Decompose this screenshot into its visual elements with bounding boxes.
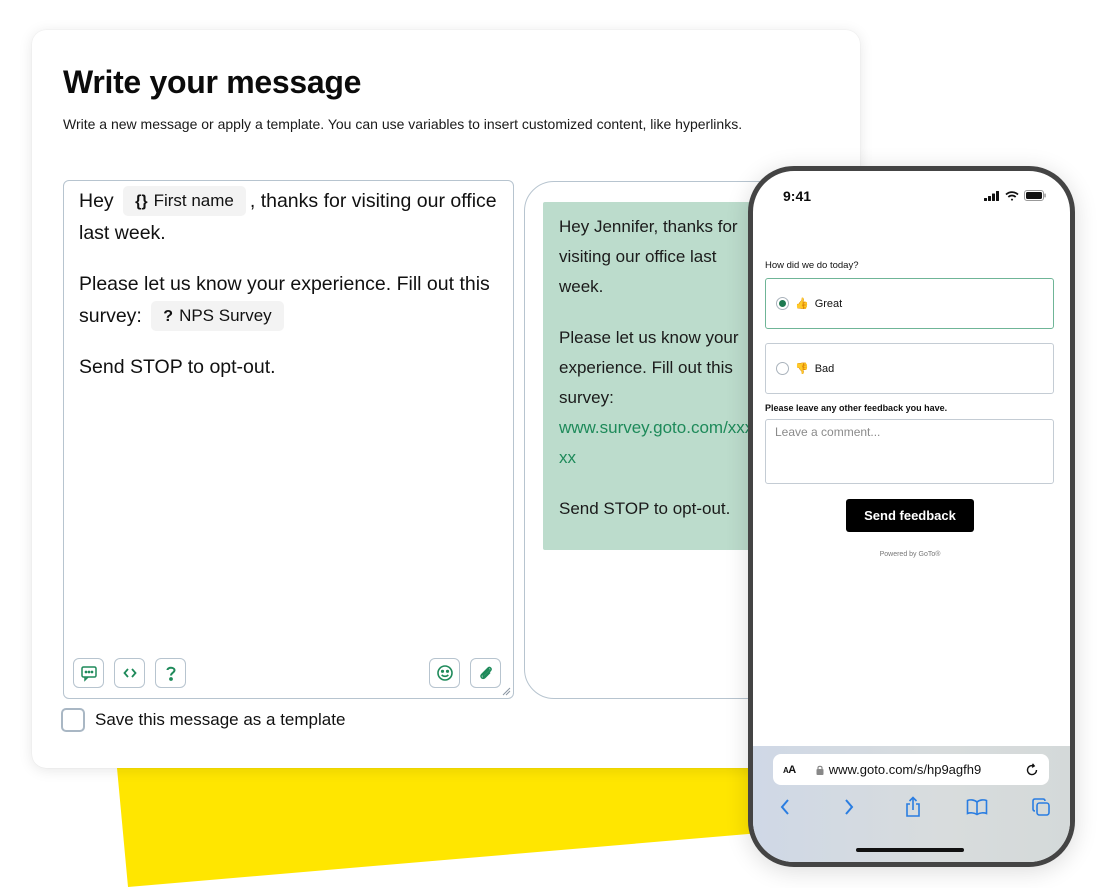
thumbs-down-icon: 👎 xyxy=(795,363,809,375)
message-text: Please let us know your experience. Fill… xyxy=(79,273,490,327)
reload-icon[interactable] xyxy=(1025,762,1039,777)
message-editor-content[interactable]: Hey {} First name, thanks for visiting ou… xyxy=(79,185,499,402)
survey-question-icon: ? xyxy=(163,308,174,325)
signal-icon xyxy=(984,190,999,201)
editor-toolbar-right xyxy=(429,658,501,688)
battery-icon xyxy=(1024,190,1046,201)
survey-option-great[interactable]: 👍 Great xyxy=(765,278,1054,329)
message-text: Send STOP to opt-out. xyxy=(79,356,276,378)
insert-variable-button[interactable] xyxy=(114,658,145,688)
resize-handle-icon[interactable] xyxy=(502,687,511,696)
option-label: Great xyxy=(814,297,843,310)
phone-mockup: 9:41 How did we do today? 👍 Great 👎 Bad … xyxy=(748,166,1075,867)
radio-button[interactable] xyxy=(776,362,789,375)
emoji-icon xyxy=(436,665,453,681)
message-template-icon xyxy=(80,666,97,682)
page-description: Write a new message or apply a template.… xyxy=(63,116,743,132)
message-template-button[interactable] xyxy=(73,658,104,688)
preview-survey-link[interactable]: www.survey.goto.com/xxxxx xyxy=(559,418,753,467)
save-template-label: Save this message as a template xyxy=(95,710,346,729)
preview-text: Send STOP to opt-out. xyxy=(559,499,731,518)
tabs-button[interactable] xyxy=(1029,795,1053,819)
save-template-checkbox[interactable] xyxy=(61,708,85,732)
send-feedback-button[interactable]: Send feedback xyxy=(846,499,974,532)
page-title: Write your message xyxy=(63,64,362,100)
thumbs-up-icon: 👍 xyxy=(795,298,809,310)
radio-button[interactable] xyxy=(776,297,789,310)
survey-question-icon xyxy=(166,666,176,681)
survey-question: How did we do today? xyxy=(765,260,859,271)
wifi-icon xyxy=(1005,190,1019,201)
insert-survey-button[interactable] xyxy=(155,658,186,688)
browser-nav-buttons xyxy=(773,795,1053,819)
forward-button[interactable] xyxy=(837,795,861,819)
tabs-icon xyxy=(1032,798,1050,816)
status-bar-time: 9:41 xyxy=(783,188,812,204)
survey-chip-label: NPS Survey xyxy=(179,306,272,325)
variable-chip-label: First name xyxy=(153,191,234,210)
preview-text: Please let us know your experience. Fill… xyxy=(559,328,739,407)
message-editor[interactable]: Hey {} First name, thanks for visiting ou… xyxy=(63,180,514,699)
radio-selected-dot xyxy=(779,300,786,307)
status-bar-icons xyxy=(984,190,1046,201)
attachment-icon xyxy=(479,666,492,680)
home-indicator xyxy=(856,848,964,852)
feedback-label: Please leave any other feedback you have… xyxy=(765,403,948,413)
survey-option-bad[interactable]: 👎 Bad xyxy=(765,343,1054,394)
message-composer-card: Write your message Write a new message o… xyxy=(32,30,904,768)
save-template-row[interactable]: Save this message as a template xyxy=(61,708,345,732)
message-text: Hey xyxy=(79,190,114,212)
back-button[interactable] xyxy=(773,795,797,819)
share-button[interactable] xyxy=(901,795,925,819)
text-size-button[interactable]: AA xyxy=(783,764,796,776)
nps-survey-chip[interactable]: ? NPS Survey xyxy=(151,301,284,331)
chevron-right-icon xyxy=(845,799,854,815)
url-text: www.goto.com/s/hp9agfh9 xyxy=(828,762,982,777)
lock-icon xyxy=(816,765,824,775)
feedback-survey: How did we do today? 👍 Great 👎 Bad Pleas… xyxy=(765,260,1055,558)
editor-toolbar-left xyxy=(73,658,186,688)
first-name-variable-chip[interactable]: {} First name xyxy=(123,186,246,216)
attachment-button[interactable] xyxy=(470,658,501,688)
option-label: Bad xyxy=(814,362,835,375)
code-variable-icon xyxy=(122,668,137,678)
chevron-left-icon xyxy=(780,799,789,815)
preview-text: Hey Jennifer, thanks for visiting our of… xyxy=(559,217,738,296)
variable-braces-icon: {} xyxy=(135,193,148,210)
browser-toolbar: AA www.goto.com/s/hp9agfh9 xyxy=(753,746,1070,862)
comment-input[interactable] xyxy=(765,419,1054,484)
book-icon xyxy=(966,799,988,816)
emoji-button[interactable] xyxy=(429,658,460,688)
powered-by-text: Powered by GoTo® xyxy=(879,551,941,558)
address-bar[interactable]: AA www.goto.com/s/hp9agfh9 xyxy=(773,754,1049,785)
bookmarks-button[interactable] xyxy=(965,795,989,819)
share-icon xyxy=(906,796,920,817)
